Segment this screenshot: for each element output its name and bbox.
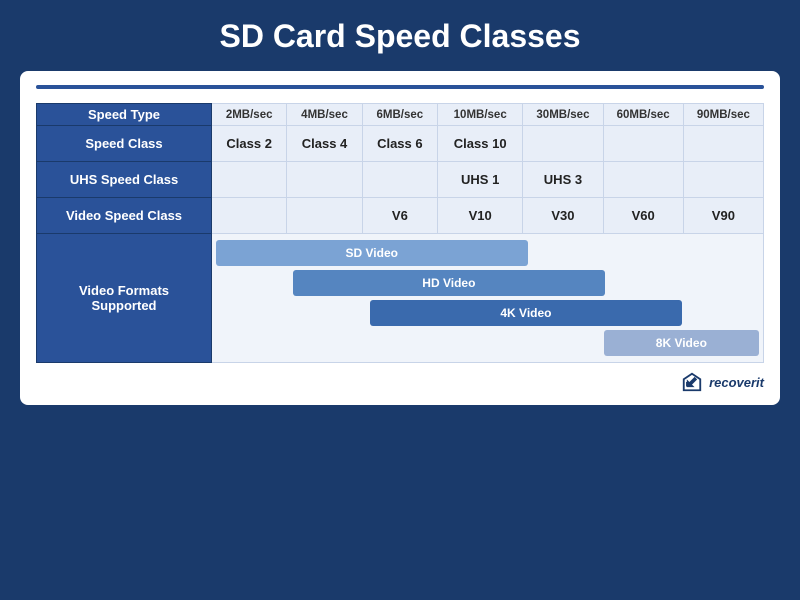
speed-col-7: 90MB/sec bbox=[683, 104, 763, 126]
class-empty-2 bbox=[603, 126, 683, 162]
top-divider bbox=[36, 85, 764, 89]
speed-col-2: 4MB/sec bbox=[287, 104, 362, 126]
recoverit-logo-icon: R bbox=[681, 371, 703, 393]
video-speed-class-row: Video Speed Class V6 V10 V30 V60 V90 bbox=[37, 198, 764, 234]
table-wrapper: Speed Type 2MB/sec 4MB/sec 6MB/sec 10MB/… bbox=[36, 103, 764, 363]
main-container: SD Card Speed Classes Speed Type 2MB/sec… bbox=[0, 0, 800, 600]
uhs-1: UHS 1 bbox=[438, 162, 523, 198]
uhs-empty-4 bbox=[603, 162, 683, 198]
class-4: Class 4 bbox=[287, 126, 362, 162]
v-empty-1 bbox=[212, 198, 287, 234]
content-card: Speed Type 2MB/sec 4MB/sec 6MB/sec 10MB/… bbox=[20, 71, 780, 405]
class-empty-1 bbox=[523, 126, 603, 162]
speed-class-row: Speed Class Class 2 Class 4 Class 6 Clas… bbox=[37, 126, 764, 162]
speed-type-label: Speed Type bbox=[37, 104, 212, 126]
8k-video-bar: 8K Video bbox=[604, 330, 759, 356]
video-formats-row: Video FormatsSupported SD Video HD Video bbox=[37, 234, 764, 363]
speed-col-1: 2MB/sec bbox=[212, 104, 287, 126]
video-formats-label: Video FormatsSupported bbox=[37, 234, 212, 363]
4k-video-bar: 4K Video bbox=[370, 300, 682, 326]
video-formats-bars: SD Video HD Video 4K Video bbox=[212, 234, 764, 363]
v90: V90 bbox=[683, 198, 763, 234]
v6: V6 bbox=[362, 198, 437, 234]
uhs-empty-2 bbox=[287, 162, 362, 198]
branding-section: R recoverit bbox=[36, 371, 764, 393]
speed-col-5: 30MB/sec bbox=[523, 104, 603, 126]
uhs-speed-class-label: UHS Speed Class bbox=[37, 162, 212, 198]
v60: V60 bbox=[603, 198, 683, 234]
uhs-empty-5 bbox=[683, 162, 763, 198]
class-10: Class 10 bbox=[438, 126, 523, 162]
class-6: Class 6 bbox=[362, 126, 437, 162]
uhs-3: UHS 3 bbox=[523, 162, 603, 198]
video-speed-class-label: Video Speed Class bbox=[37, 198, 212, 234]
v10: V10 bbox=[438, 198, 523, 234]
uhs-empty-3 bbox=[362, 162, 437, 198]
speed-table: Speed Type 2MB/sec 4MB/sec 6MB/sec 10MB/… bbox=[36, 103, 764, 363]
page-title: SD Card Speed Classes bbox=[219, 18, 580, 55]
uhs-speed-class-row: UHS Speed Class UHS 1 UHS 3 bbox=[37, 162, 764, 198]
class-2: Class 2 bbox=[212, 126, 287, 162]
speed-type-row: Speed Type 2MB/sec 4MB/sec 6MB/sec 10MB/… bbox=[37, 104, 764, 126]
uhs-empty-1 bbox=[212, 162, 287, 198]
class-empty-3 bbox=[683, 126, 763, 162]
speed-class-label: Speed Class bbox=[37, 126, 212, 162]
sd-video-bar: SD Video bbox=[216, 240, 528, 266]
brand-name: recoverit bbox=[709, 375, 764, 390]
speed-col-4: 10MB/sec bbox=[438, 104, 523, 126]
hd-video-bar: HD Video bbox=[293, 270, 605, 296]
speed-col-6: 60MB/sec bbox=[603, 104, 683, 126]
svg-text:R: R bbox=[686, 382, 691, 389]
v-empty-2 bbox=[287, 198, 362, 234]
v30: V30 bbox=[523, 198, 603, 234]
speed-col-3: 6MB/sec bbox=[362, 104, 437, 126]
